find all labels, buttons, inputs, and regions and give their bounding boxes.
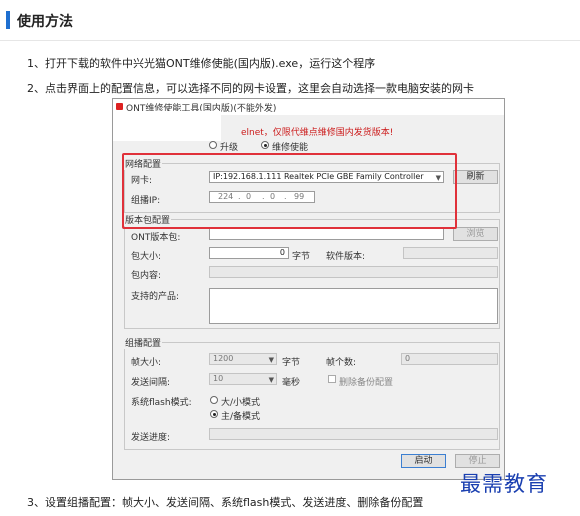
products-label: 支持的产品: [131,292,180,302]
frame-size-select[interactable]: 1200 ▼ [209,353,277,365]
frame-count-label: 帧个数: [326,358,357,368]
pkg-size-field: 0 [209,247,289,259]
watermark: 最需教育 [460,472,548,496]
delete-backup-checkbox[interactable] [328,375,336,383]
refresh-button[interactable]: 刷新 [453,170,498,184]
interval-label: 发送间隔: [131,378,171,388]
sw-version-field [403,247,498,259]
mode-radio-upgrade[interactable] [209,141,217,149]
frame-count-field: 0 [401,353,498,365]
mode-label-repair: 维修使能 [272,143,309,153]
interval-value: 10 [213,374,224,383]
pkg-size-unit: 字节 [292,252,311,262]
frame-size-value: 1200 [213,354,234,363]
cropped-white-area [113,111,221,141]
section-header: 使用方法 [0,0,580,41]
progress-label: 发送进度: [131,433,171,443]
step-1-text: 1、打开下载的软件中兴光猫ONT维修使能(国内版).exe，运行这个程序 [27,57,376,70]
frame-size-label: 帧大小: [131,358,162,368]
interval-unit: 毫秒 [282,378,301,388]
step-2-text: 2、点击界面上的配置信息，可以选择不同的网卡设置，这里会自动选择一款电脑安装的网… [27,82,474,95]
sw-version-label: 软件版本: [326,252,366,262]
header-accent-bar [6,11,10,29]
flash-label-mainbackup: 主/备模式 [221,412,261,422]
flash-radio-mainbackup[interactable] [210,410,218,418]
flash-label-bigsmall: 大/小模式 [221,398,261,408]
app-icon [116,103,123,110]
network-highlight-box [122,153,457,229]
mode-radio-repair[interactable] [261,141,269,149]
section-title: 使用方法 [17,14,73,30]
step-3-text: 3、设置组播配置：帧大小、发送间隔、系统flash模式、发送进度、删除备份配置 [27,496,424,509]
flash-radio-bigsmall[interactable] [210,396,218,404]
flash-mode-label: 系统flash模式: [131,398,192,408]
warning-text: elnet，仅限代维点维修国内发货版本! [241,128,394,138]
ont-pkg-label: ONT版本包: [131,233,181,243]
pkg-size-label: 包大小: [131,252,162,262]
start-button[interactable]: 启动 [401,454,446,468]
chevron-down-icon: ▼ [268,356,274,364]
multicast-group-title: 组播配置 [124,336,163,349]
chevron-down-icon: ▼ [268,376,274,384]
delete-backup-label: 删除备份配置 [339,378,394,388]
stop-button[interactable]: 停止 [455,454,500,468]
ont-pkg-field[interactable] [209,228,444,240]
progress-bar [209,428,498,440]
frame-size-unit: 字节 [282,358,301,368]
mode-label-upgrade: 升级 [220,143,239,153]
browse-button[interactable]: 浏览 [453,227,498,241]
products-textarea[interactable] [209,288,498,324]
interval-select[interactable]: 10 ▼ [209,373,277,385]
pkg-content-label: 包内容: [131,271,162,281]
pkg-content-field [209,266,498,278]
